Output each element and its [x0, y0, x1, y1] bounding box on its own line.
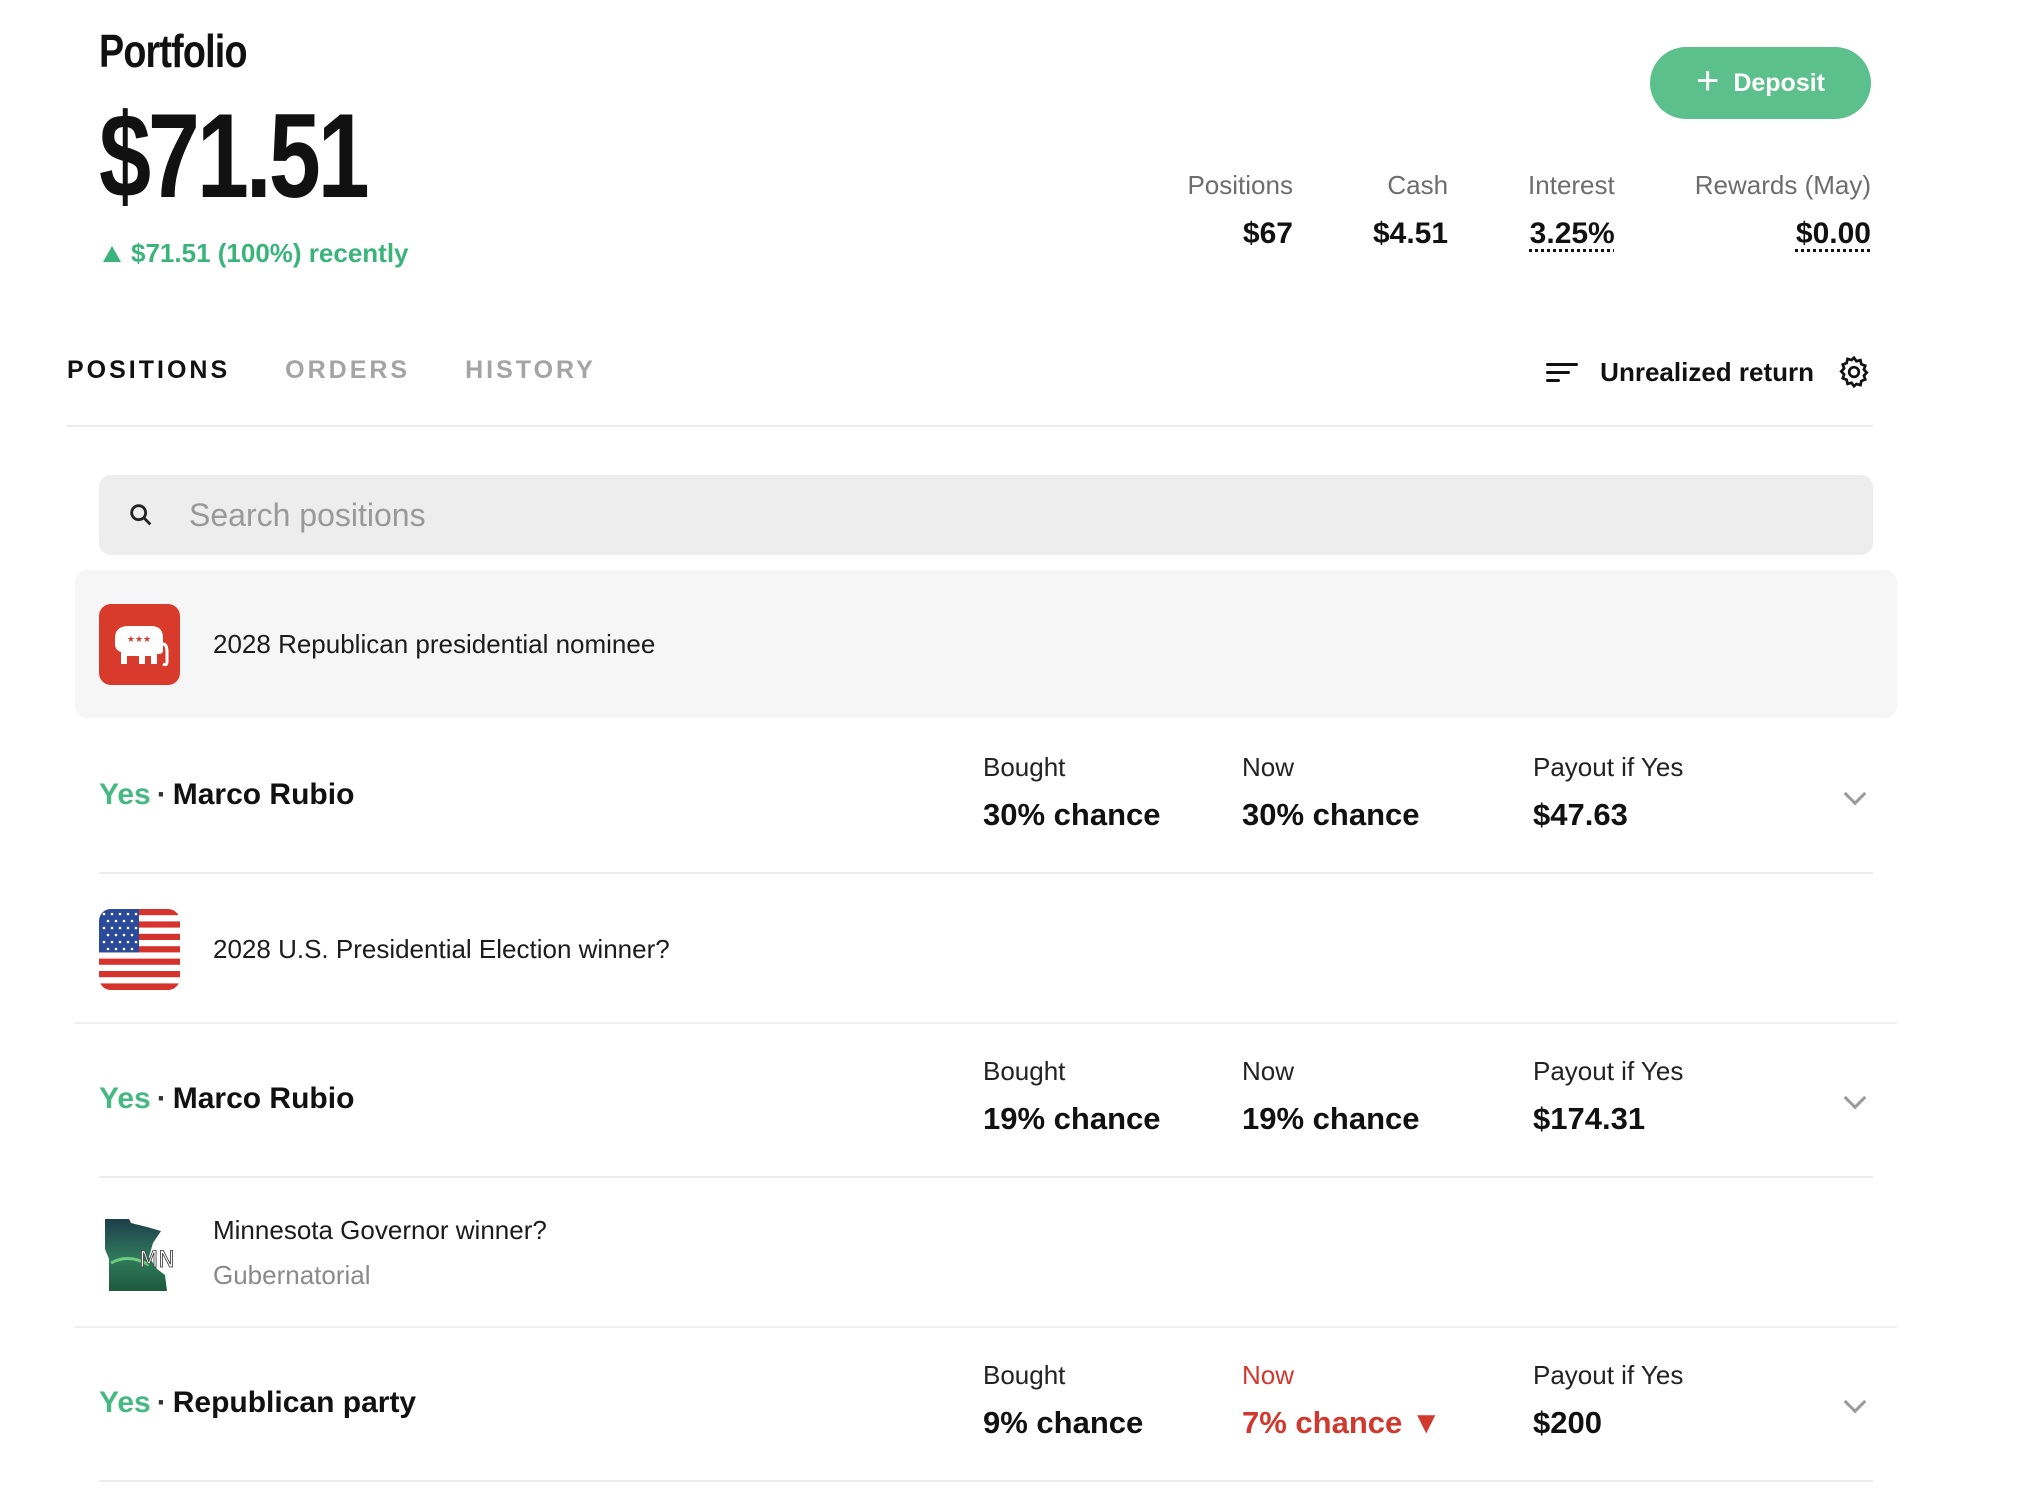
- bought-column: Bought 19% chance: [983, 1056, 1161, 1137]
- position-row[interactable]: Yes · Marco Rubio Bought 19% chance Now 19…: [99, 1024, 1873, 1178]
- deposit-button[interactable]: + Deposit: [1650, 47, 1871, 119]
- gear-icon[interactable]: [1836, 354, 1872, 390]
- sort-control[interactable]: Unrealized return: [1546, 354, 1872, 390]
- up-triangle-icon: [103, 245, 121, 262]
- market-title: Minnesota Governor winner?: [213, 1215, 547, 1245]
- stat-cash: Cash $4.51: [1373, 170, 1448, 251]
- now-column: Now 30% chance: [1242, 752, 1420, 833]
- payout-value: $47.63: [1533, 797, 1628, 832]
- chevron-down-icon[interactable]: [1843, 1086, 1867, 1110]
- payout-label: Payout if Yes: [1533, 1360, 1684, 1390]
- position-name: Yes · Marco Rubio: [99, 778, 355, 811]
- now-label: Now: [1242, 752, 1295, 782]
- payout-column: Payout if Yes $200: [1533, 1360, 1683, 1441]
- sort-icon[interactable]: [1546, 361, 1579, 383]
- tab-orders[interactable]: ORDERS: [285, 356, 410, 385]
- stat-interest[interactable]: Interest 3.25%: [1528, 170, 1615, 251]
- market-header[interactable]: ★★★ 2028 Republican presidential nominee: [75, 570, 1897, 718]
- market-header[interactable]: MN Minnesota Governor winner? Gubernator…: [75, 1180, 1897, 1326]
- balance-change: $71.51 (100%) recently: [103, 238, 409, 269]
- position-name: Yes · Marco Rubio: [99, 1082, 355, 1115]
- portfolio-balance: $71.51: [99, 89, 370, 223]
- now-column: Now 19% chance: [1242, 1056, 1420, 1137]
- market-subtitle: Gubernatorial: [213, 1260, 371, 1290]
- bought-column: Bought 9% chance: [983, 1360, 1143, 1441]
- bought-label: Bought: [983, 1056, 1066, 1086]
- bought-value: 19% chance: [983, 1101, 1161, 1136]
- stat-label: Positions: [1187, 170, 1293, 200]
- minnesota-logo: MN: [99, 1213, 180, 1294]
- bought-label: Bought: [983, 752, 1066, 782]
- rewards-value-link[interactable]: $0.00: [1695, 217, 1871, 251]
- republican-elephant-logo: ★★★: [99, 603, 180, 685]
- position-outcome: Marco Rubio: [172, 1082, 355, 1115]
- now-label: Now: [1242, 1056, 1295, 1086]
- now-column: Now 7% chance ▼: [1242, 1360, 1442, 1441]
- payout-column: Payout if Yes $47.63: [1533, 752, 1683, 833]
- deposit-label: Deposit: [1733, 68, 1826, 97]
- position-outcome: Republican party: [172, 1386, 417, 1419]
- sort-label[interactable]: Unrealized return: [1600, 357, 1814, 388]
- svg-text:★★★: ★★★: [127, 635, 151, 645]
- bought-label: Bought: [983, 1360, 1066, 1390]
- position-row[interactable]: Yes · Marco Rubio Bought 30% chance Now 30…: [99, 720, 1873, 874]
- market-title: 2028 U.S. Presidential Election winner?: [213, 933, 670, 964]
- stat-label: Rewards (May): [1694, 170, 1871, 200]
- now-label: Now: [1242, 1360, 1295, 1390]
- portfolio-tabs: POSITIONS ORDERS HISTORY: [67, 356, 596, 385]
- chevron-down-icon[interactable]: [1843, 782, 1867, 806]
- position-row[interactable]: Yes · Republican party Bought 9% chance No…: [99, 1328, 1873, 1482]
- payout-label: Payout if Yes: [1533, 752, 1684, 782]
- now-value: 7% chance ▼: [1242, 1405, 1442, 1440]
- payout-label: Payout if Yes: [1533, 1056, 1684, 1086]
- page-title: Portfolio: [99, 25, 247, 77]
- now-value: 19% chance: [1242, 1101, 1420, 1136]
- now-value: 30% chance: [1242, 797, 1420, 832]
- interest-value-link[interactable]: 3.25%: [1528, 217, 1615, 251]
- position-side: Yes: [99, 778, 151, 811]
- stat-rewards[interactable]: Rewards (May) $0.00: [1695, 170, 1871, 251]
- search-icon: [130, 504, 152, 526]
- stat-positions: Positions $67: [1187, 170, 1293, 251]
- plus-icon: +: [1695, 59, 1720, 103]
- tab-positions[interactable]: POSITIONS: [67, 356, 230, 385]
- tab-history[interactable]: HISTORY: [465, 356, 596, 385]
- payout-value: $174.31: [1533, 1101, 1646, 1136]
- bought-value: 9% chance: [983, 1405, 1144, 1440]
- payout-column: Payout if Yes $174.31: [1533, 1056, 1683, 1137]
- chevron-down-icon[interactable]: [1843, 1390, 1867, 1414]
- minnesota-logo-text: MN: [139, 1248, 174, 1273]
- search-bar[interactable]: [99, 475, 1873, 555]
- position-side: Yes: [99, 1386, 151, 1419]
- market-header[interactable]: 2028 U.S. Presidential Election winner?: [75, 876, 1897, 1022]
- stat-value: $4.51: [1372, 217, 1449, 250]
- stat-label: Interest: [1528, 170, 1615, 200]
- stat-label: Cash: [1387, 170, 1449, 200]
- position-name: Yes · Republican party: [99, 1386, 417, 1419]
- position-outcome: Marco Rubio: [172, 778, 355, 811]
- tabs-divider: [67, 425, 1873, 427]
- search-input[interactable]: [189, 496, 1689, 534]
- us-flag-logo: [99, 908, 180, 990]
- balance-change-text: $71.51 (100%) recently: [131, 238, 409, 268]
- payout-value: $200: [1533, 1405, 1602, 1440]
- market-title: 2028 Republican presidential nominee: [213, 628, 656, 659]
- position-side: Yes: [99, 1082, 151, 1115]
- bought-column: Bought 30% chance: [983, 752, 1161, 833]
- bought-value: 30% chance: [983, 797, 1161, 832]
- stat-value: $67: [1242, 217, 1293, 250]
- portfolio-stats: Positions $67 Cash $4.51 Interest 3.25% …: [1187, 170, 1871, 251]
